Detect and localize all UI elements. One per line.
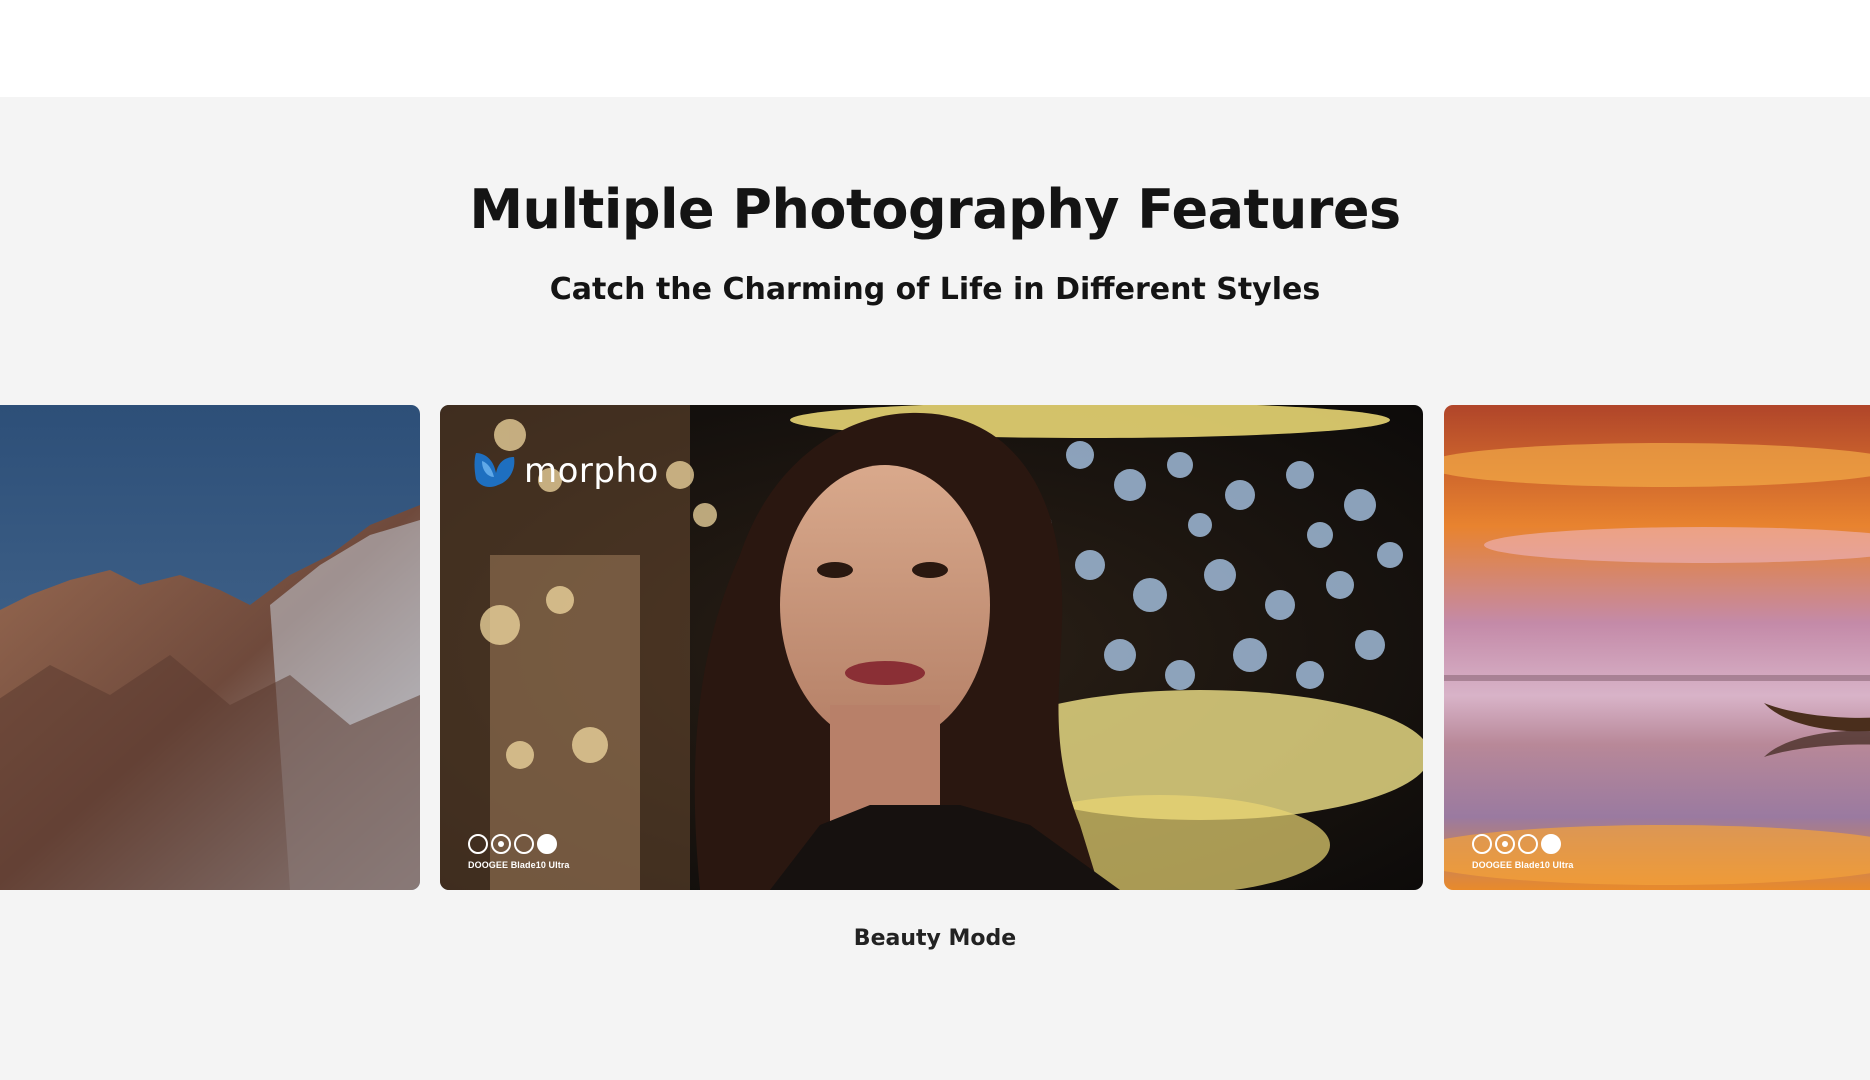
carousel-slide-mountain[interactable] [0,405,420,890]
morpho-logo-icon [474,453,515,487]
camera-watermark: DOOGEE Blade10 Ultra [1472,831,1574,870]
camera-rings-icon [468,831,570,857]
photo-carousel[interactable]: morpho DOOGEE Blade10 Ultra DOOGEE Blade… [0,405,1870,890]
camera-watermark: DOOGEE Blade10 Ultra [468,831,570,870]
camera-rings-icon [1472,831,1574,857]
carousel-slide-sunset-lake[interactable]: DOOGEE Blade10 Ultra [1444,405,1870,890]
section-title: Multiple Photography Features [469,178,1401,241]
watermark-label: DOOGEE Blade10 Ultra [468,860,570,870]
morpho-logo: morpho [472,447,659,495]
mountain-photo [0,405,420,890]
active-slide-caption: Beauty Mode [853,926,1017,951]
morpho-logo-text: morpho [524,451,659,491]
carousel-slide-beauty[interactable]: morpho DOOGEE Blade10 Ultra [440,405,1423,890]
watermark-label: DOOGEE Blade10 Ultra [1472,860,1574,870]
sunset-lake-photo [1444,405,1870,890]
section-subtitle: Catch the Charming of Life in Different … [549,272,1321,307]
top-bar [0,0,1870,97]
